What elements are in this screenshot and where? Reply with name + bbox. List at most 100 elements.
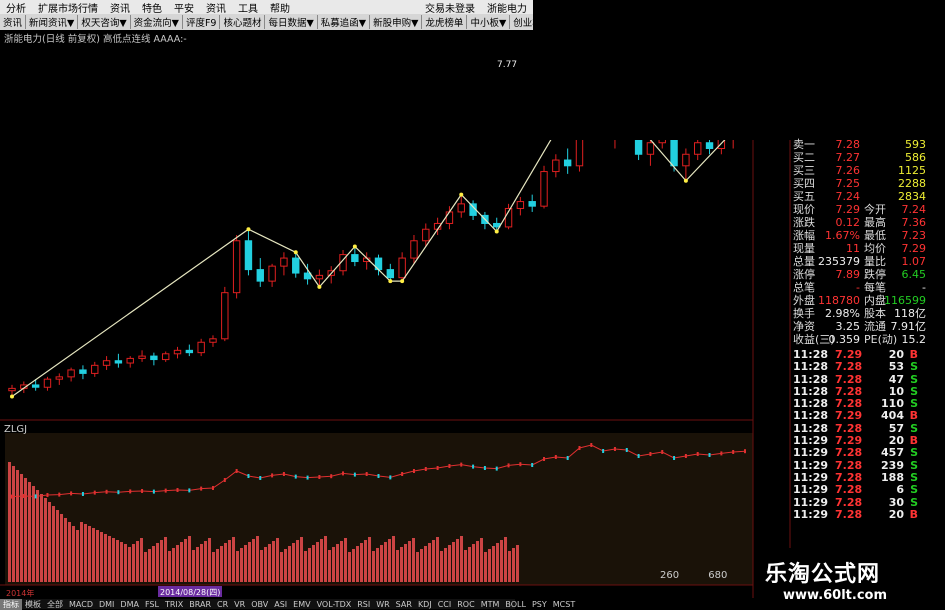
indicator-tab[interactable]: MTM	[478, 600, 503, 609]
volume-bar	[152, 546, 155, 582]
indicator-tab[interactable]: DMA	[117, 600, 142, 609]
quote-label: PE(动)	[864, 333, 898, 346]
tick-price: 7.28	[835, 495, 863, 509]
tick-side: S	[910, 495, 918, 509]
indicator-tab[interactable]: 全部	[44, 599, 66, 610]
quote-row: 涨跌 0.12 最高 7.36	[790, 216, 928, 229]
quote-value: 0.12	[835, 216, 861, 229]
indicator-mark	[483, 466, 486, 470]
indicator-tab[interactable]: SAR	[393, 600, 415, 609]
indicator-mark	[117, 490, 120, 495]
candle-body	[705, 142, 714, 150]
volume-bar	[280, 552, 283, 582]
indicator-mark	[531, 463, 534, 467]
level-price: 7.24	[835, 190, 861, 203]
peak-label: 7.77	[497, 60, 517, 70]
indicator-mark	[46, 493, 49, 497]
volume-bar	[420, 549, 423, 582]
volume-bar	[168, 551, 171, 582]
indicator-tab[interactable]: MCST	[550, 600, 578, 609]
candle-body	[185, 349, 194, 354]
volume-bar	[36, 490, 39, 582]
pivot-dot	[317, 284, 322, 289]
quote-table: 现价 7.29 今开 7.24 涨跌 0.12 最高 7.36 涨幅 1.67% 最低 7.23 现量 1…	[790, 203, 928, 346]
quote-label: 股本	[864, 307, 886, 320]
level-label: 买三	[793, 164, 815, 177]
volume-bar	[464, 550, 467, 582]
indicator-tab[interactable]: TRIX	[162, 600, 186, 609]
candle-body	[410, 240, 418, 259]
quote-value: 7.24	[901, 203, 927, 216]
volume-bar	[352, 549, 355, 582]
volume-bar	[300, 537, 303, 582]
indicator-tab[interactable]: FSL	[142, 600, 162, 609]
volume-bar	[56, 510, 59, 582]
indicator-tab[interactable]: BRAR	[186, 600, 214, 609]
volume-bar	[376, 548, 379, 582]
volume-bar	[252, 539, 255, 582]
indicator-mark	[129, 489, 132, 494]
volume-bar	[132, 544, 135, 582]
indicator-mark	[696, 452, 699, 456]
volume-bar	[456, 539, 459, 582]
indicator-tab[interactable]: ASI	[271, 600, 290, 609]
indicator-tab[interactable]: VR	[231, 600, 248, 609]
quote-value: 235379	[818, 255, 860, 268]
volume-bar	[292, 543, 295, 582]
volume-bar	[512, 548, 515, 582]
volume-bar	[24, 478, 27, 582]
indicator-tab[interactable]: RSI	[354, 600, 373, 609]
volume-bar	[488, 549, 491, 582]
indicator-mark	[58, 492, 61, 497]
volume-bar	[408, 541, 411, 582]
pivot-dot	[400, 279, 405, 284]
indicator-tab[interactable]: EMV	[290, 600, 313, 609]
volume-bar	[128, 547, 131, 582]
tick-row: 11:28 7.29 404 B	[790, 409, 928, 423]
indicator-mark	[271, 473, 274, 478]
indicator-tab[interactable]: VOL-TDX	[314, 600, 355, 609]
tick-row: 11:28 7.28 53 S	[790, 360, 928, 374]
order-book-row: 卖一 7.28 593	[790, 138, 928, 151]
indicator-tab[interactable]: CR	[214, 600, 231, 609]
indicator-tab[interactable]: ROC	[454, 600, 477, 609]
volume-bar	[200, 544, 203, 582]
indicator-tab[interactable]: MACD	[66, 600, 96, 609]
volume-bar	[204, 541, 207, 582]
order-book-row: 买五 7.24 2834	[790, 190, 928, 203]
indicator-mark	[602, 449, 605, 453]
indicator-mark	[495, 466, 498, 471]
tick-time: 11:29	[793, 507, 829, 521]
volume-bar	[320, 539, 323, 582]
level-volume: 2834	[898, 190, 926, 203]
indicator-mark	[93, 490, 96, 495]
indicator-tab[interactable]: WR	[373, 600, 392, 609]
tick-row: 11:29 7.28 30 S	[790, 495, 928, 509]
tick-price: 7.28	[835, 446, 863, 460]
volume-bar	[236, 551, 239, 582]
indicator-mark	[472, 464, 475, 469]
indicator-tab[interactable]: KDJ	[415, 600, 435, 609]
indicator-tab[interactable]: OBV	[248, 600, 271, 609]
indicator-mark	[554, 455, 557, 459]
tick-volume: 404	[881, 409, 904, 423]
indicator-tab[interactable]: DMI	[96, 600, 117, 609]
indicator-mark	[235, 469, 238, 473]
indicator-tab[interactable]: CCI	[435, 600, 455, 609]
indicator-tab[interactable]: PSY	[529, 600, 550, 609]
indicator-tab[interactable]: BOLL	[502, 600, 529, 609]
volume-bar	[284, 549, 287, 582]
volume-bar	[120, 542, 123, 582]
candle-body	[528, 201, 536, 207]
indicator-tab[interactable]: 模板	[22, 599, 44, 610]
quote-value: 1.07	[901, 255, 927, 268]
tick-time: 11:28	[793, 360, 829, 374]
quote-row: 换手 2.98% 股本 118亿	[790, 307, 928, 320]
quote-value: 118亿	[894, 307, 926, 320]
pivot-dot	[246, 227, 251, 232]
indicator-tabs: 指标 模板 全部 MACD DMI DMA FSL TRIX BRAR CR VR OBV ASI EMV…	[0, 598, 575, 610]
candle-body	[552, 159, 560, 173]
quote-row: 涨幅 1.67% 最低 7.23	[790, 229, 928, 242]
indicator-tab[interactable]: 指标	[0, 598, 22, 610]
volume-bar	[172, 548, 175, 582]
